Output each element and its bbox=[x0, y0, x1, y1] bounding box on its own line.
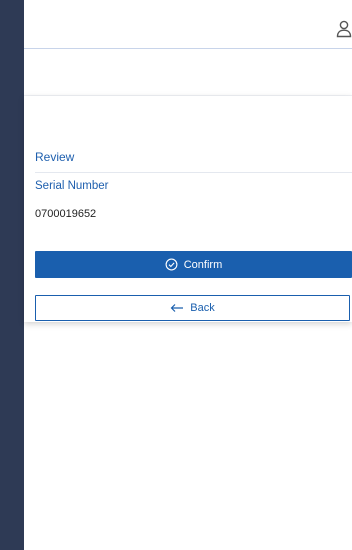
main-content: Review Serial Number 0700019652 Confirm bbox=[24, 96, 352, 550]
check-circle-icon bbox=[165, 258, 178, 271]
back-label: Back bbox=[190, 302, 215, 314]
user-icon[interactable] bbox=[336, 20, 352, 38]
serial-number-label: Serial Number bbox=[35, 180, 109, 192]
confirm-button[interactable]: Confirm bbox=[35, 251, 352, 278]
review-title: Review bbox=[35, 150, 75, 164]
back-button[interactable]: Back bbox=[35, 295, 350, 321]
review-card: Review Serial Number 0700019652 Confirm bbox=[24, 96, 352, 322]
section-divider bbox=[35, 172, 352, 173]
arrow-left-icon bbox=[170, 303, 184, 313]
serial-number-value: 0700019652 bbox=[35, 208, 97, 220]
confirm-label: Confirm bbox=[183, 258, 223, 271]
sub-header bbox=[24, 49, 352, 96]
top-bar bbox=[24, 8, 352, 49]
app-window: Review Serial Number 0700019652 Confirm bbox=[24, 0, 352, 550]
